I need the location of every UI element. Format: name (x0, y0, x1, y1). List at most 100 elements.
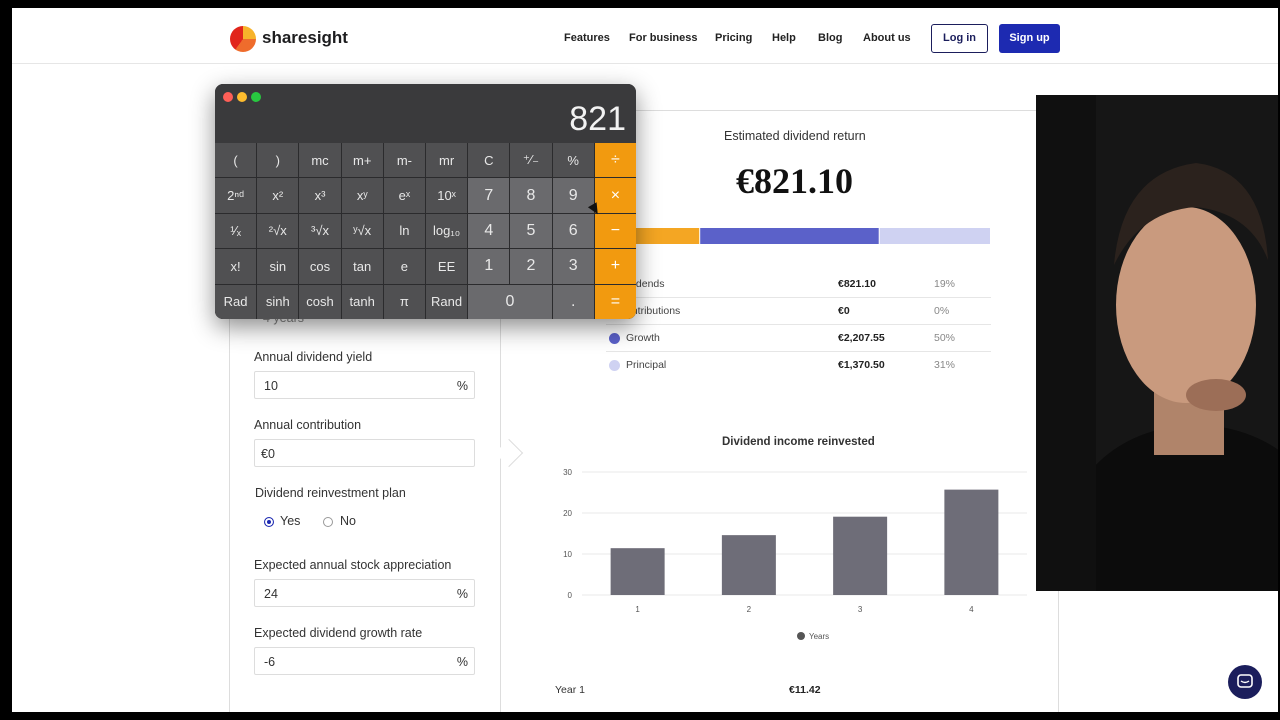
drip-yes-radio[interactable] (264, 517, 274, 527)
calc-key-4-8[interactable]: = (594, 284, 636, 319)
contribution-input[interactable]: €0 (254, 439, 475, 467)
appreciation-value: 24 (264, 587, 278, 601)
nav-help[interactable]: Help (772, 32, 796, 44)
legend-dot-growth (609, 333, 620, 344)
nav-for-business[interactable]: For business (629, 32, 697, 44)
chart-title: Dividend income reinvested (722, 436, 875, 448)
breakdown-value-principal: €1,370.50 (838, 359, 885, 371)
calc-key-0-2[interactable]: mc (299, 143, 341, 178)
appreciation-input[interactable]: 24 % (254, 579, 475, 607)
calc-key-3-0[interactable]: x! (215, 249, 257, 284)
chat-bubble-icon (1237, 674, 1253, 688)
calc-key-0-3[interactable]: m+ (341, 143, 383, 178)
calc-key-4-5[interactable]: Rand (426, 284, 468, 319)
x-tick-label: 4 (969, 605, 974, 614)
calc-key-0-1[interactable]: ) (257, 143, 299, 178)
calc-key-3-4[interactable]: e (383, 249, 425, 284)
growth-rate-input[interactable]: -6 % (254, 647, 475, 675)
calc-key-0-0[interactable]: ( (215, 143, 257, 178)
growth-rate-unit: % (456, 655, 468, 669)
bar-segment-dividends (632, 228, 700, 244)
nav-features[interactable]: Features (564, 32, 610, 44)
growth-rate-value: -6 (264, 655, 276, 669)
nav-pricing[interactable]: Pricing (715, 32, 752, 44)
calc-key-4-0[interactable]: Rad (215, 284, 257, 319)
yield-value: 10 (264, 379, 278, 393)
x-tick-label: 1 (635, 605, 640, 614)
login-button[interactable]: Log in (931, 24, 988, 53)
calc-key-1-0[interactable]: 2ⁿᵈ (215, 178, 257, 213)
calc-key-4-6[interactable]: 0 (468, 284, 552, 319)
breakdown-divider (606, 324, 991, 325)
calc-key-2-2[interactable]: ³√x (299, 213, 341, 249)
calc-key-1-3[interactable]: xʸ (341, 178, 383, 213)
estimated-return-value: €821.10 (736, 161, 853, 201)
calc-key-2-9[interactable]: − (594, 213, 636, 249)
calc-key-2-4[interactable]: ln (383, 213, 425, 249)
drip-no-radio[interactable] (323, 517, 333, 527)
legend-label: Years (809, 632, 829, 641)
calc-key-3-7[interactable]: 2 (510, 249, 552, 284)
calculator-keypad: () mc m+ m-mr C ⁺∕₋% ÷ 2ⁿᵈ x² x³ xʸ eˣ 10ˣ 7 8 9 × ¹⁄ₓ ²√x… (215, 143, 636, 319)
logo-text[interactable]: sharesight (262, 28, 348, 48)
calc-key-4-1[interactable]: sinh (257, 284, 299, 319)
calc-key-3-3[interactable]: tan (341, 249, 383, 284)
calc-key-3-5[interactable]: EE (426, 249, 468, 284)
year-row-label: Year 1 (555, 684, 585, 696)
calc-key-4-4[interactable]: π (383, 284, 425, 319)
calc-key-0-9[interactable]: ÷ (594, 143, 636, 178)
calc-key-1-9[interactable]: × (594, 178, 636, 213)
yield-unit: % (456, 379, 468, 393)
calc-key-2-0[interactable]: ¹⁄ₓ (215, 213, 257, 249)
y-tick-label: 0 (568, 591, 573, 600)
calc-key-1-2[interactable]: x³ (299, 178, 341, 213)
calc-key-4-3[interactable]: tanh (341, 284, 383, 319)
calc-key-2-5[interactable]: log₁₀ (426, 213, 468, 249)
calc-key-3-6[interactable]: 1 (468, 249, 510, 284)
calc-key-3-2[interactable]: cos (299, 249, 341, 284)
calc-key-2-1[interactable]: ²√x (257, 213, 299, 249)
dividend-bar-chart: 0 10 20 30 1 2 3 4 Years (563, 468, 1027, 641)
calc-key-3-9[interactable]: + (594, 249, 636, 284)
calc-key-0-6[interactable]: C (468, 143, 510, 178)
close-window-button[interactable] (223, 92, 233, 102)
yield-input[interactable]: 10 % (254, 371, 475, 399)
nav-blog[interactable]: Blog (818, 32, 842, 44)
calc-key-1-4[interactable]: eˣ (383, 178, 425, 213)
minimize-window-button[interactable] (237, 92, 247, 102)
calc-key-0-8[interactable]: % (552, 143, 594, 178)
breakdown-value-contributions: €0 (838, 305, 850, 317)
calc-key-1-7[interactable]: 8 (510, 178, 552, 213)
calc-key-0-7[interactable]: ⁺∕₋ (510, 143, 552, 178)
bar-segment-growth (700, 228, 879, 244)
calc-key-3-8[interactable]: 3 (552, 249, 594, 284)
calc-key-2-6[interactable]: 4 (468, 213, 510, 249)
calc-key-4-2[interactable]: cosh (299, 284, 341, 319)
x-tick-label: 2 (747, 605, 752, 614)
breakdown-pct-dividends: 19% (934, 278, 956, 290)
chat-button[interactable] (1228, 665, 1262, 699)
calc-key-2-7[interactable]: 5 (510, 213, 552, 249)
calc-key-2-3[interactable]: ʸ√x (341, 213, 383, 249)
calc-key-4-7[interactable]: . (552, 284, 594, 319)
calc-key-1-6[interactable]: 7 (468, 178, 510, 213)
y-tick-label: 10 (563, 550, 572, 559)
calculator-window[interactable]: 821 () mc m+ m-mr C ⁺∕₋% ÷ 2ⁿᵈ x² x³ xʸ eˣ 10ˣ 7 8 9 × ¹⁄… (215, 84, 636, 319)
bar-segment-principal (879, 228, 990, 244)
nav-about-us[interactable]: About us (863, 32, 911, 44)
calculator-display: 821 (215, 84, 636, 143)
browser-page: sharesight Features For business Pricing… (12, 8, 1278, 712)
legend-dot-principal (609, 360, 620, 371)
calc-key-2-8[interactable]: 6 (552, 213, 594, 249)
contribution-label: Annual contribution (254, 418, 362, 432)
calc-key-3-1[interactable]: sin (257, 249, 299, 284)
calc-key-0-4[interactable]: m- (383, 143, 425, 178)
signup-button[interactable]: Sign up (999, 24, 1060, 53)
drip-yes-label[interactable]: Yes (280, 514, 300, 528)
calc-key-1-5[interactable]: 10ˣ (426, 178, 468, 213)
drip-no-label[interactable]: No (340, 514, 356, 528)
sharesight-logo-icon[interactable] (230, 26, 256, 52)
calc-key-1-1[interactable]: x² (257, 178, 299, 213)
zoom-window-button[interactable] (251, 92, 261, 102)
calc-key-0-5[interactable]: mr (426, 143, 468, 178)
